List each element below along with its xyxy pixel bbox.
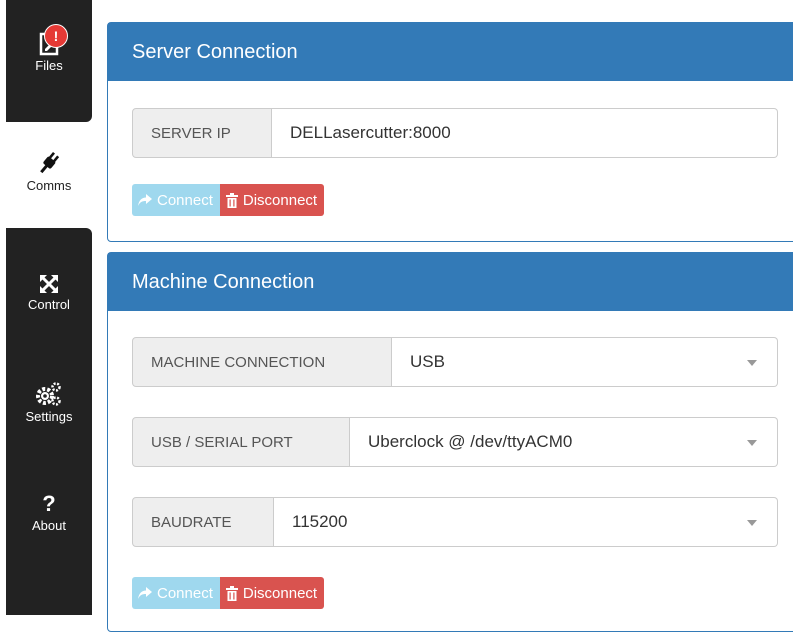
server-ip-label: SERVER IP bbox=[132, 108, 272, 158]
share-arrow-icon bbox=[138, 587, 152, 599]
alert-badge-icon: ! bbox=[44, 24, 68, 48]
sidebar-item-comms[interactable]: Comms bbox=[6, 150, 92, 193]
machine-connection-select[interactable]: USB bbox=[392, 337, 778, 387]
trash-icon bbox=[225, 192, 238, 208]
connect-label: Connect bbox=[157, 584, 213, 602]
machine-button-group: Connect Disconnect bbox=[132, 577, 325, 609]
machine-disconnect-button[interactable]: Disconnect bbox=[219, 577, 325, 609]
serial-port-group: USB / SERIAL PORT Uberclock @ /dev/ttyAC… bbox=[132, 417, 778, 467]
sidebar-item-settings[interactable]: Settings bbox=[6, 381, 92, 424]
chevron-down-icon bbox=[747, 440, 757, 446]
serial-port-label: USB / SERIAL PORT bbox=[132, 417, 350, 467]
server-connection-panel: Server Connection SERVER IP DELLasercutt… bbox=[107, 22, 793, 242]
server-disconnect-button[interactable]: Disconnect bbox=[219, 184, 325, 216]
sidebar-item-label: Settings bbox=[25, 409, 73, 424]
trash-icon bbox=[225, 585, 238, 601]
serial-port-value: Uberclock @ /dev/ttyACM0 bbox=[368, 432, 573, 451]
gears-icon bbox=[35, 381, 63, 407]
disconnect-label: Disconnect bbox=[242, 191, 318, 209]
sidebar-item-control[interactable]: Control bbox=[6, 273, 92, 312]
sidebar-item-about[interactable]: ? About bbox=[6, 491, 92, 534]
share-arrow-icon bbox=[138, 194, 152, 206]
server-button-group: Connect Disconnect bbox=[132, 184, 325, 216]
server-ip-group: SERVER IP DELLasercutter:8000 bbox=[132, 108, 778, 158]
machine-connection-panel: Machine Connection MACHINE CONNECTION US… bbox=[107, 252, 793, 632]
serial-port-select[interactable]: Uberclock @ /dev/ttyACM0 bbox=[350, 417, 778, 467]
machine-connection-label: MACHINE CONNECTION bbox=[132, 337, 392, 387]
server-ip-input[interactable]: DELLasercutter:8000 bbox=[272, 108, 778, 158]
move-arrows-icon bbox=[38, 273, 60, 295]
question-icon: ? bbox=[42, 491, 56, 516]
machine-connection-group: MACHINE CONNECTION USB bbox=[132, 337, 778, 387]
panel-title: Server Connection bbox=[108, 23, 793, 81]
chevron-down-icon bbox=[747, 360, 757, 366]
sidebar-item-label: About bbox=[32, 518, 66, 533]
sidebar-item-label: Comms bbox=[26, 178, 72, 193]
baudrate-value: 115200 bbox=[292, 512, 348, 531]
panel-title: Machine Connection bbox=[108, 253, 793, 311]
baudrate-group: BAUDRATE 115200 bbox=[132, 497, 778, 547]
baudrate-label: BAUDRATE bbox=[132, 497, 274, 547]
sidebar: Files ! Comms Control Settings ? About bbox=[0, 0, 92, 615]
server-connect-button[interactable]: Connect bbox=[132, 184, 220, 216]
sidebar-item-label: Control bbox=[28, 297, 70, 312]
baudrate-select[interactable]: 115200 bbox=[274, 497, 778, 547]
disconnect-label: Disconnect bbox=[242, 584, 318, 602]
connect-label: Connect bbox=[157, 191, 213, 209]
machine-connection-value: USB bbox=[410, 352, 445, 371]
plug-icon bbox=[36, 150, 62, 176]
machine-connect-button[interactable]: Connect bbox=[132, 577, 220, 609]
chevron-down-icon bbox=[747, 520, 757, 526]
sidebar-item-label: Files bbox=[35, 58, 63, 73]
